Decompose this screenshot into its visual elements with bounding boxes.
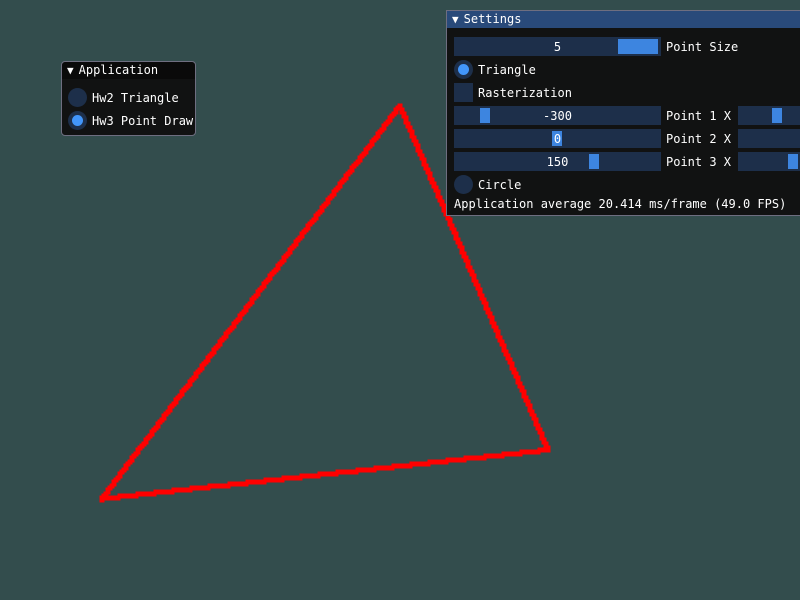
settings-titlebar[interactable]: ▼ Settings [447, 11, 800, 28]
point-1-y-slider[interactable] [738, 106, 800, 125]
point-3-x-label: Point 3 X [666, 154, 732, 169]
rasterization-checkbox[interactable] [454, 83, 473, 102]
option-hw3-point-draw-label: Hw3 Point Draw [92, 113, 194, 128]
option-hw2-triangle-label: Hw2 Triangle [92, 90, 179, 105]
point-size-slider[interactable]: 5 [454, 37, 661, 56]
point-3-y-slider[interactable] [738, 152, 800, 171]
point-2-y-slider[interactable] [738, 129, 800, 148]
triangle-pixel [395, 105, 401, 111]
circle-option[interactable]: Circle [454, 175, 521, 194]
rasterization-label: Rasterization [478, 85, 572, 100]
point-size-slider-grab[interactable] [618, 39, 658, 54]
application-window[interactable]: ▼ Application Hw2 Triangle Hw3 Point Draw [61, 61, 196, 136]
point-3-x-slider[interactable]: 150 [454, 152, 661, 171]
settings-title: Settings [463, 12, 522, 26]
point-3-row: 150 Point 3 X [454, 152, 800, 171]
radio-button-icon[interactable] [68, 88, 87, 107]
point-2-x-slider[interactable]: 0 [454, 129, 661, 148]
point-2-row: 0 Point 2 X [454, 129, 800, 148]
point-1-row: -300 Point 1 X [454, 106, 800, 125]
point-3-x-slider-grab[interactable] [589, 154, 599, 169]
point-1-x-slider[interactable]: -300 [454, 106, 661, 125]
point-1-x-slider-grab[interactable] [480, 108, 490, 123]
fps-status-text: Application average 20.414 ms/frame (49.… [454, 197, 787, 211]
point-3-y-slider-grab[interactable] [788, 154, 799, 169]
rasterization-option[interactable]: Rasterization [454, 83, 572, 102]
point-3-x-value: 150 [546, 154, 569, 169]
collapse-arrow-icon[interactable]: ▼ [67, 62, 74, 79]
application-title: Application [78, 63, 159, 77]
point-size-label: Point Size [666, 39, 739, 54]
option-hw2-triangle[interactable]: Hw2 Triangle [68, 88, 179, 107]
point-1-x-value: -300 [543, 108, 572, 123]
triangle-label: Triangle [478, 62, 536, 77]
radio-button-icon[interactable] [68, 111, 87, 130]
point-size-value: 5 [553, 39, 562, 54]
point-1-y-slider-grab[interactable] [772, 108, 783, 123]
option-hw3-point-draw[interactable]: Hw3 Point Draw [68, 111, 193, 130]
application-titlebar[interactable]: ▼ Application [62, 62, 195, 79]
radio-button-icon[interactable] [454, 175, 473, 194]
settings-window[interactable]: ▼ Settings 5 Point Size Triangle Rasteriz… [446, 10, 800, 216]
point-2-x-label: Point 2 X [666, 131, 732, 146]
circle-label: Circle [478, 177, 522, 192]
triangle-option[interactable]: Triangle [454, 60, 536, 79]
point-size-row: 5 Point Size [454, 37, 738, 56]
radio-button-icon[interactable] [454, 60, 473, 79]
point-2-x-value: 0 [553, 131, 562, 146]
point-1-x-label: Point 1 X [666, 108, 732, 123]
collapse-arrow-icon[interactable]: ▼ [452, 11, 459, 28]
